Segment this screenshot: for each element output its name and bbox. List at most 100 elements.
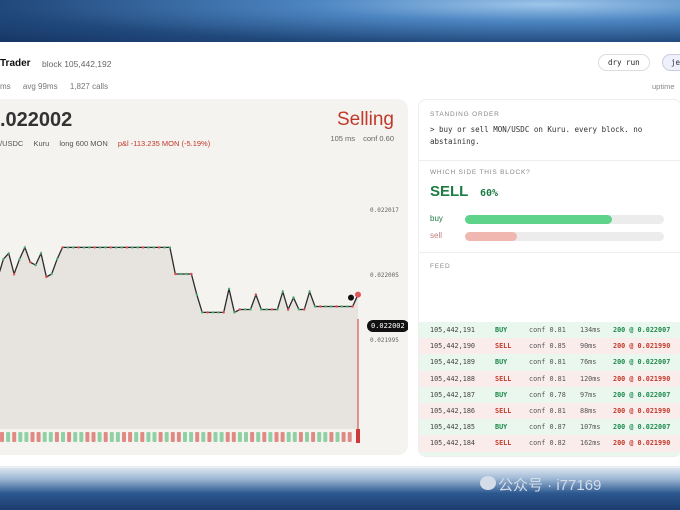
block-tick xyxy=(122,432,126,442)
block-tick xyxy=(103,432,108,442)
feed-side: BUY xyxy=(495,326,508,334)
current-price-point xyxy=(348,294,354,301)
feed-fill: 200 @ 0.022007 xyxy=(613,326,671,334)
block-tick xyxy=(61,432,65,442)
price-point xyxy=(308,290,311,293)
feed-latency: 90ms xyxy=(580,342,597,351)
block-tick xyxy=(115,432,120,442)
profile-button[interactable]: jev xyxy=(662,54,680,71)
feed-block: 105,442,191 xyxy=(430,326,476,334)
feed-side: BUY xyxy=(495,423,508,432)
stat-avg: avg 99ms xyxy=(22,82,58,91)
price-point xyxy=(346,305,349,308)
feed-conf: conf 0.81 xyxy=(529,358,566,367)
feed-latency: 120ms xyxy=(580,374,601,383)
latency-stats: ms avg 99ms 1,827 calls xyxy=(0,82,118,91)
feed-latency: 107ms xyxy=(580,423,601,432)
feed-fill: 200 @ 0.021990 xyxy=(613,342,671,351)
block-tick xyxy=(24,432,29,442)
feed-side: BUY xyxy=(495,390,508,399)
price-point xyxy=(184,272,188,276)
feed-row: 105,442,190 SELL conf 0.85 90ms 200 @ 0.0219… xyxy=(419,338,680,355)
block-tick xyxy=(36,432,41,442)
block-tick xyxy=(146,432,151,442)
price-point xyxy=(270,308,274,311)
price-point xyxy=(77,246,80,249)
price-point xyxy=(45,275,48,279)
block-tick xyxy=(274,432,279,442)
block-tick xyxy=(262,432,267,442)
feed-fill: 200 @ 0.022007 xyxy=(613,456,670,457)
feed-label: FEED xyxy=(430,263,451,270)
price-point xyxy=(23,246,27,249)
block-tick xyxy=(231,432,236,442)
price-point xyxy=(82,246,86,249)
block-tick xyxy=(189,432,194,442)
feed-conf: conf 0.71 xyxy=(529,456,566,457)
block-tick xyxy=(128,432,133,442)
price-point xyxy=(319,305,322,308)
price-point xyxy=(249,308,252,311)
block-tick xyxy=(256,432,261,442)
block-tick xyxy=(109,432,114,442)
price-point xyxy=(276,308,279,311)
block-tick xyxy=(140,432,145,442)
price-point xyxy=(260,308,263,311)
current-block-tick xyxy=(356,429,360,443)
price-point xyxy=(109,246,113,249)
price-point xyxy=(50,272,53,276)
price-point xyxy=(93,246,96,249)
feed-row: 105,442,185 BUY conf 0.87 107ms 200 @ 0.0220… xyxy=(419,419,680,436)
price-point xyxy=(206,311,209,314)
price-point xyxy=(200,311,204,314)
feed-latency: 111ms xyxy=(580,456,600,457)
price-point xyxy=(152,246,156,249)
stat-calls: 1,827 calls xyxy=(69,82,109,91)
price-point xyxy=(141,246,145,249)
feed-latency: 134ms xyxy=(580,326,601,334)
stat-last: ms xyxy=(0,82,11,91)
block-tick xyxy=(12,432,17,442)
price-line-chart xyxy=(0,245,361,443)
price-point xyxy=(29,260,32,264)
price-point xyxy=(61,246,64,249)
block-tick xyxy=(18,432,23,442)
price-point xyxy=(211,311,215,314)
price-point xyxy=(335,305,338,308)
feed-conf: conf 0.81 xyxy=(529,406,566,415)
latest-signal-point xyxy=(355,291,361,298)
feed-fill: 200 @ 0.021990 xyxy=(613,439,671,448)
feed-block: 105,442,183 xyxy=(430,456,475,457)
block-tick xyxy=(347,432,352,442)
wechat-icon xyxy=(480,476,496,490)
feed-row: 105,442,191 BUY conf 0.81 134ms 200 @ 0.0220… xyxy=(419,322,680,339)
price-point xyxy=(18,258,21,261)
price-point xyxy=(351,305,354,308)
feed-latency: 97ms xyxy=(580,390,597,399)
block-tick xyxy=(6,432,11,442)
price-point xyxy=(104,246,107,249)
price-point xyxy=(168,246,172,249)
block-tick xyxy=(311,432,316,442)
dry-run-button[interactable]: dry run xyxy=(598,54,650,71)
block-tick xyxy=(164,432,169,442)
feed-fill: 200 @ 0.022007 xyxy=(613,390,671,399)
price-point xyxy=(12,272,16,276)
block-tick xyxy=(341,432,346,442)
feed-fill: 200 @ 0.022007 xyxy=(613,358,671,367)
block-tick xyxy=(158,432,163,442)
feed-latency: 76ms xyxy=(580,358,597,367)
buy-bar-label: buy xyxy=(430,214,443,223)
block-number: block 105,442,192 xyxy=(42,59,112,69)
price-point xyxy=(72,246,75,249)
feed-side: SELL xyxy=(495,406,512,415)
block-tick xyxy=(170,432,175,442)
decided-side-pct: 60% xyxy=(480,188,499,199)
price-point xyxy=(265,308,268,311)
block-tick xyxy=(91,432,96,442)
price-point xyxy=(303,308,306,311)
price-point xyxy=(313,305,317,308)
feed-row: 105,442,186 SELL conf 0.81 88ms 200 @ 0.0219… xyxy=(419,402,680,420)
price-point xyxy=(179,272,182,276)
standing-order-text: > buy or sell MON/USDC on Kuru. every bl… xyxy=(430,125,643,146)
